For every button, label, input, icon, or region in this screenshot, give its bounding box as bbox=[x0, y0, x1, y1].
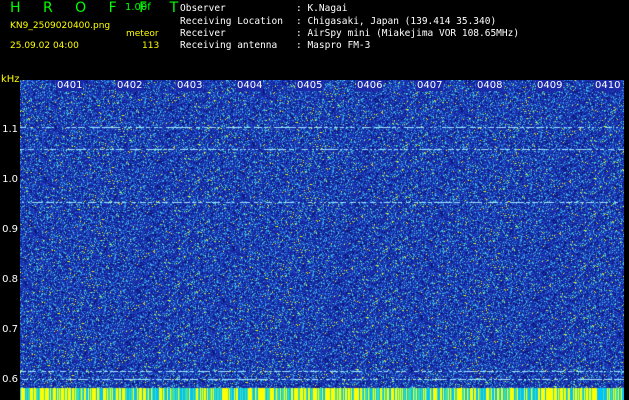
y-unit-label: kHz bbox=[1, 74, 20, 85]
spectrogram-plot bbox=[20, 80, 624, 400]
y-tick-label: 1.1 bbox=[2, 124, 18, 135]
x-tick-label: 0405 bbox=[296, 80, 324, 91]
info-location: Receiving Location: Chigasaki, Japan (13… bbox=[180, 16, 497, 27]
x-tick-label: 0406 bbox=[356, 80, 384, 91]
x-tick-label: 0410 bbox=[594, 80, 622, 91]
y-tick-label: 0.9 bbox=[2, 224, 18, 235]
y-tick-label: 0.6 bbox=[2, 374, 18, 385]
y-tick-label: 0.8 bbox=[2, 274, 18, 285]
datetime-label: 25.09.02 04:00 bbox=[10, 41, 79, 51]
version-label: 1.00f bbox=[125, 2, 151, 13]
app-title: H R O F F T bbox=[10, 0, 188, 16]
count-label: 113 bbox=[142, 41, 160, 51]
x-tick-label: 0402 bbox=[116, 80, 144, 91]
x-tick-label: 0401 bbox=[56, 80, 84, 91]
filename-label: KN9_2509020400.png bbox=[10, 21, 111, 31]
x-tick-label: 0403 bbox=[176, 80, 204, 91]
x-tick-label: 0407 bbox=[416, 80, 444, 91]
spectrogram-canvas bbox=[20, 80, 624, 400]
header: H R O F F T 1.00f KN9_2509020400.png met… bbox=[0, 0, 629, 76]
info-receiver: Receiver: AirSpy mini (Miakejima VOR 108… bbox=[180, 28, 520, 39]
x-tick-label: 0408 bbox=[476, 80, 504, 91]
x-tick-label: 0409 bbox=[536, 80, 564, 91]
y-tick-label: 0.7 bbox=[2, 324, 18, 335]
info-observer: Observer: K.Nagai bbox=[180, 3, 348, 14]
mode-label: meteor bbox=[126, 29, 159, 39]
y-tick-label: 1.0 bbox=[2, 174, 18, 185]
info-antenna: Receiving antenna: Maspro FM-3 bbox=[180, 40, 371, 51]
x-tick-label: 0404 bbox=[236, 80, 264, 91]
